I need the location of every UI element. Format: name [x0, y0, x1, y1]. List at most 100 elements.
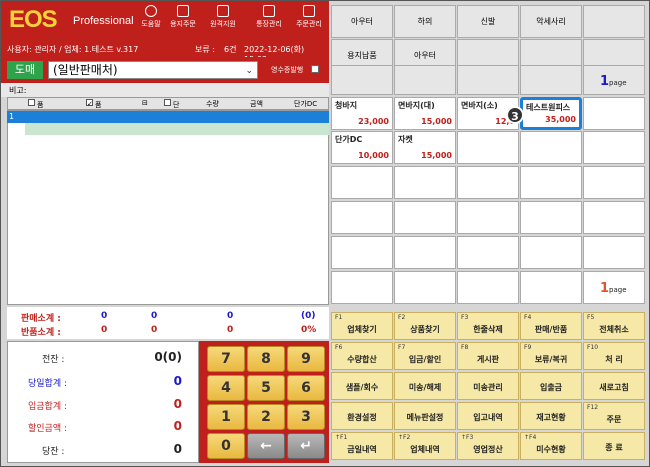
- page-indicator-bottom[interactable]: 1page: [583, 271, 645, 304]
- mode-button[interactable]: 도매: [7, 61, 43, 79]
- receipt-checkbox[interactable]: [311, 65, 319, 73]
- category-tab[interactable]: 신발: [457, 5, 519, 38]
- category-tab[interactable]: [331, 65, 393, 95]
- key-0[interactable]: 0: [207, 433, 245, 459]
- product-button[interactable]: [394, 201, 456, 234]
- function-key[interactable]: F4 판매/반품: [520, 312, 582, 340]
- function-key[interactable]: ↑F1 금일내역: [331, 432, 393, 460]
- function-key[interactable]: 미송관리: [457, 372, 519, 400]
- function-key[interactable]: ↑F2 업체내역: [394, 432, 456, 460]
- function-key[interactable]: ↑F3 영업정산: [457, 432, 519, 460]
- key-4[interactable]: 4: [207, 375, 245, 401]
- function-key[interactable]: F7 입금/할인: [394, 342, 456, 370]
- function-key[interactable]: 종 료: [583, 432, 645, 460]
- remote-support-button[interactable]: 원격지원: [207, 5, 239, 29]
- checkbox[interactable]: [28, 99, 35, 106]
- function-key[interactable]: 샘플/회수: [331, 372, 393, 400]
- key-5[interactable]: 5: [247, 375, 285, 401]
- product-button-selected[interactable]: 테스트원피스 35,000: [520, 97, 582, 130]
- checkbox[interactable]: [164, 99, 171, 106]
- function-key[interactable]: F6 수량합산: [331, 342, 393, 370]
- product-button[interactable]: 자켓 15,000: [394, 131, 456, 164]
- order-grid[interactable]: [7, 110, 329, 305]
- product-button[interactable]: [457, 201, 519, 234]
- function-key[interactable]: 환경설정: [331, 402, 393, 430]
- function-key[interactable]: 새로고침: [583, 372, 645, 400]
- category-tab[interactable]: [520, 65, 582, 95]
- product-button[interactable]: [331, 201, 393, 234]
- key-6[interactable]: 6: [287, 375, 325, 401]
- function-key[interactable]: F5 전체취소: [583, 312, 645, 340]
- collapse-icon[interactable]: ⊟: [142, 99, 148, 107]
- product-button[interactable]: 단가DC 10,000: [331, 131, 393, 164]
- category-tab[interactable]: [394, 65, 456, 95]
- col-dc[interactable]: 단가DC: [294, 99, 317, 109]
- key-7[interactable]: 7: [207, 346, 245, 372]
- product-button[interactable]: [394, 271, 456, 304]
- page-indicator-top[interactable]: 1page: [583, 65, 645, 95]
- product-button[interactable]: [457, 166, 519, 199]
- product-button[interactable]: [457, 131, 519, 164]
- key-3[interactable]: 3: [287, 404, 325, 430]
- function-key[interactable]: 입출금: [520, 372, 582, 400]
- help-button[interactable]: 도움말: [135, 5, 167, 29]
- key-1[interactable]: 1: [207, 404, 245, 430]
- table-row-detail[interactable]: [25, 123, 329, 135]
- backspace-key[interactable]: ←: [247, 433, 285, 459]
- function-key[interactable]: ↑F4 미수현황: [520, 432, 582, 460]
- col-item-no[interactable]: 품번: [28, 99, 43, 119]
- product-button[interactable]: [457, 236, 519, 269]
- col-amount[interactable]: 금액: [250, 99, 263, 109]
- product-button[interactable]: [331, 236, 393, 269]
- product-button[interactable]: [583, 131, 645, 164]
- product-button[interactable]: [583, 166, 645, 199]
- product-button[interactable]: [520, 166, 582, 199]
- category-tab[interactable]: 하의: [394, 5, 456, 38]
- function-key-label: 보류/복귀: [534, 355, 568, 364]
- product-button[interactable]: 청바지 23,000: [331, 97, 393, 130]
- product-button[interactable]: [583, 97, 645, 130]
- key-8[interactable]: 8: [247, 346, 285, 372]
- table-row[interactable]: [7, 111, 329, 123]
- col-item-name[interactable]: ✓품명: [86, 99, 101, 119]
- category-tab[interactable]: [583, 5, 645, 38]
- memo-field[interactable]: 비고:: [1, 83, 329, 97]
- product-button[interactable]: [520, 201, 582, 234]
- function-key[interactable]: F8 게시판: [457, 342, 519, 370]
- function-key[interactable]: F9 보류/복귀: [520, 342, 582, 370]
- checkbox[interactable]: ✓: [86, 99, 93, 108]
- col-unit-price[interactable]: 단가: [164, 99, 179, 119]
- function-key[interactable]: F12 주문: [583, 402, 645, 430]
- function-key[interactable]: 재고현황: [520, 402, 582, 430]
- category-tab[interactable]: 악세사리: [520, 5, 582, 38]
- paper-order-button[interactable]: 용지주문: [167, 5, 199, 29]
- customer-select[interactable]: (일반판매처) ⌄: [48, 61, 258, 79]
- product-button[interactable]: [394, 166, 456, 199]
- product-button[interactable]: [583, 201, 645, 234]
- bank-manage-button[interactable]: 통장관리: [253, 5, 285, 29]
- order-manage-button[interactable]: 주문관리: [293, 5, 325, 29]
- key-2[interactable]: 2: [247, 404, 285, 430]
- function-key[interactable]: 메뉴판설정: [394, 402, 456, 430]
- function-key[interactable]: F2 상품찾기: [394, 312, 456, 340]
- hold-count[interactable]: 6건: [224, 44, 236, 55]
- col-qty[interactable]: 수량: [206, 99, 219, 109]
- function-key[interactable]: F3 한줄삭제: [457, 312, 519, 340]
- product-button[interactable]: [520, 271, 582, 304]
- enter-key[interactable]: ↵: [287, 433, 325, 459]
- function-key[interactable]: F1 업체찾기: [331, 312, 393, 340]
- product-button[interactable]: 면바지(대) 15,000: [394, 97, 456, 130]
- category-tab[interactable]: 아우터: [331, 5, 393, 38]
- key-9[interactable]: 9: [287, 346, 325, 372]
- function-key[interactable]: 입고내역: [457, 402, 519, 430]
- function-key[interactable]: F10 처 리: [583, 342, 645, 370]
- product-button[interactable]: [583, 236, 645, 269]
- product-button[interactable]: [457, 271, 519, 304]
- category-tab[interactable]: [457, 65, 519, 95]
- product-button[interactable]: [520, 131, 582, 164]
- product-button[interactable]: [394, 236, 456, 269]
- function-key[interactable]: 미송/해제: [394, 372, 456, 400]
- product-button[interactable]: [520, 236, 582, 269]
- product-button[interactable]: [331, 271, 393, 304]
- product-button[interactable]: [331, 166, 393, 199]
